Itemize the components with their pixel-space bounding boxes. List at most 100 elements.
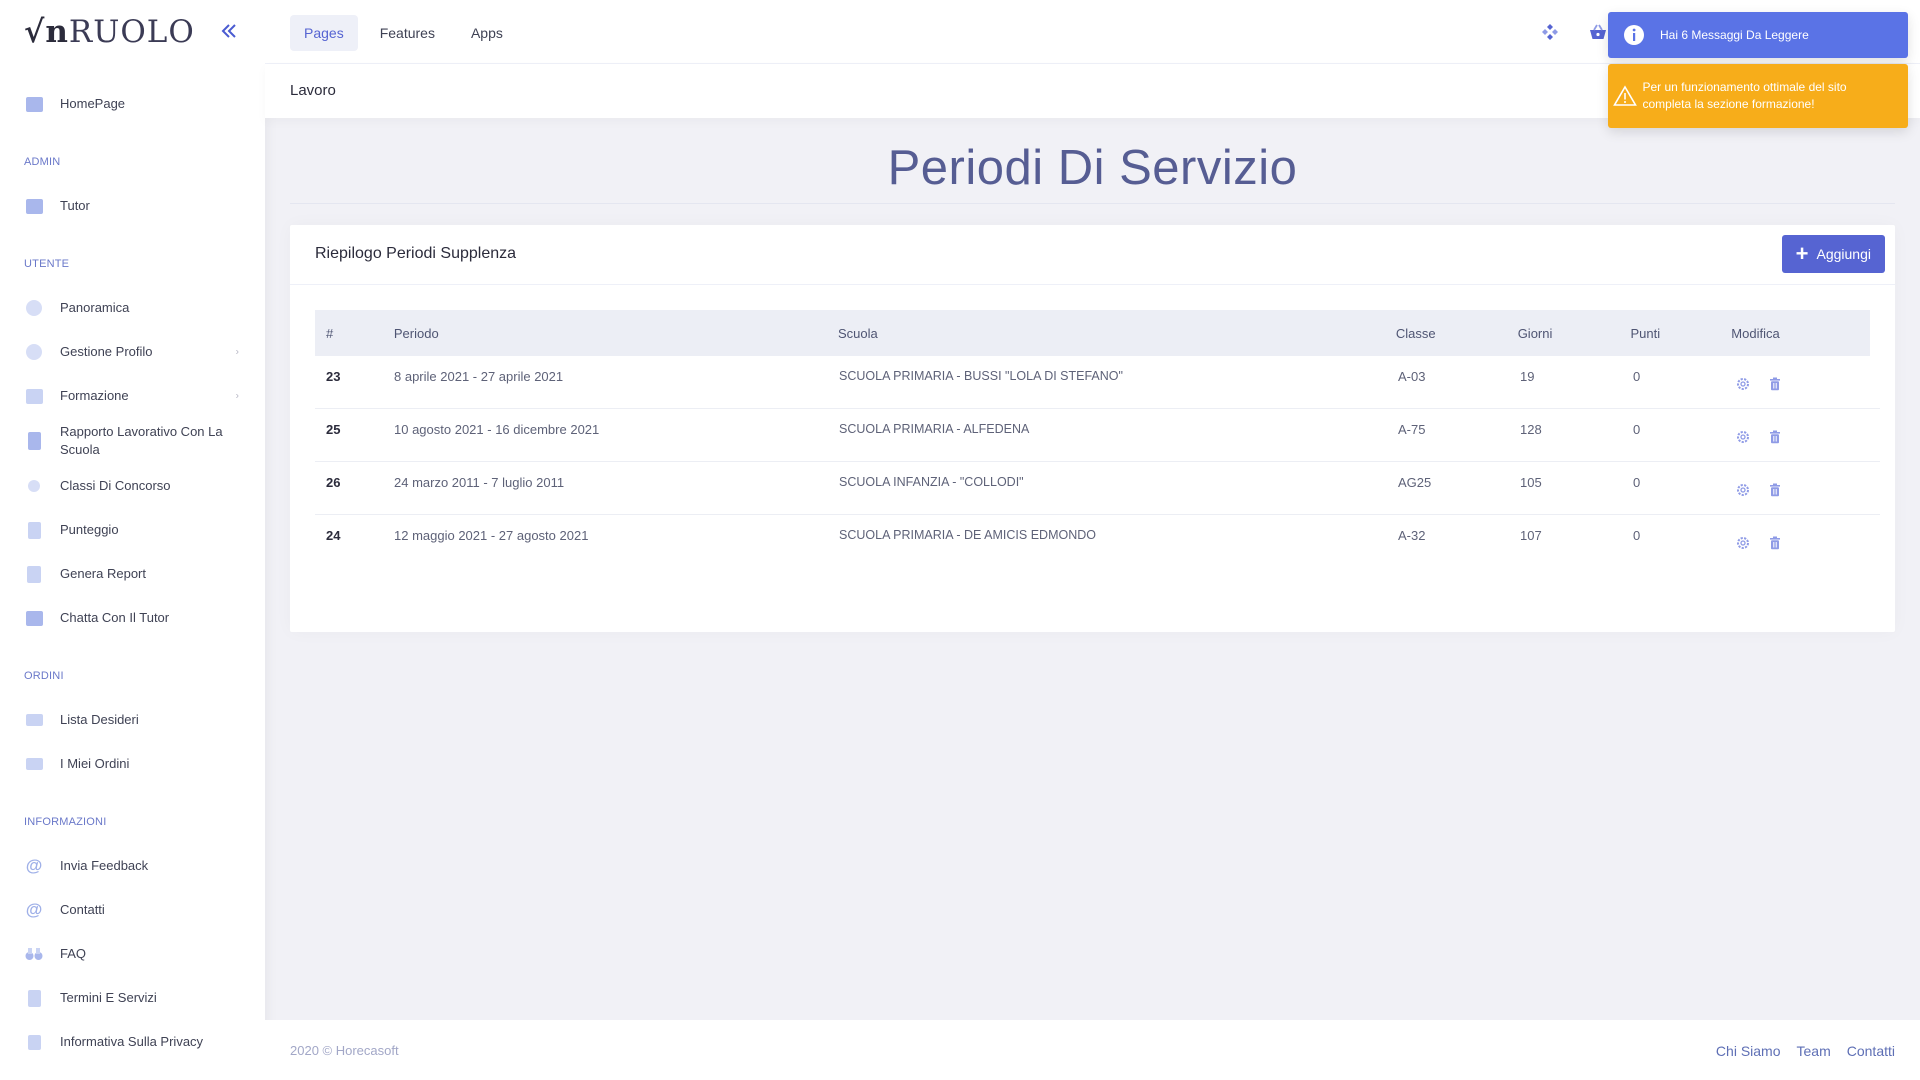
sidebar-item-formazione[interactable]: Formazione › bbox=[0, 374, 265, 418]
table-header: # Periodo Scuola Classe Giorni Punti Mod… bbox=[315, 310, 1870, 356]
sidebar-item-label: Informativa Sulla Privacy bbox=[60, 1034, 204, 1049]
cell-periodo: 24 marzo 2011 - 7 luglio 2011 bbox=[394, 475, 565, 490]
cell-scuola: SCUOLA INFANZIA - "COLLODI" bbox=[839, 475, 1024, 489]
apps-grid-icon[interactable] bbox=[1538, 20, 1562, 44]
column-header-id[interactable]: # bbox=[315, 326, 383, 341]
table-row[interactable]: 25 10 agosto 2021 - 16 dicembre 2021 SCU… bbox=[315, 409, 1880, 462]
sidebar-item-punteggio[interactable]: Punteggio bbox=[0, 508, 265, 552]
footer-link-chi-siamo[interactable]: Chi Siamo bbox=[1716, 1043, 1781, 1059]
footer-link-contatti[interactable]: Contatti bbox=[1847, 1043, 1895, 1059]
cell-classe: A-32 bbox=[1398, 528, 1426, 543]
tutor-icon bbox=[24, 197, 44, 215]
sidebar-item-genera-report[interactable]: Genera Report bbox=[0, 552, 265, 596]
footer-links: Chi Siamo Team Contatti bbox=[1716, 1043, 1895, 1059]
trash-icon[interactable] bbox=[1766, 481, 1784, 499]
column-header-punti[interactable]: Punti bbox=[1619, 326, 1720, 341]
cell-punti: 0 bbox=[1633, 528, 1641, 543]
sidebar-item-tutor[interactable]: Tutor bbox=[0, 184, 265, 228]
gear-icon[interactable] bbox=[1734, 375, 1752, 393]
sidebar-item-label: Gestione Profilo bbox=[60, 344, 153, 359]
table-row[interactable]: 26 24 marzo 2011 - 7 luglio 2011 SCUOLA … bbox=[315, 462, 1880, 515]
cell-giorni: 105 bbox=[1520, 475, 1542, 490]
calculator-icon bbox=[24, 521, 44, 539]
sidebar-item-informativa-privacy[interactable]: Informativa Sulla Privacy bbox=[0, 1020, 265, 1064]
home-icon bbox=[24, 95, 44, 113]
row-actions bbox=[1723, 369, 1873, 393]
cell-classe: AG25 bbox=[1398, 475, 1432, 490]
sidebar-item-miei-ordini[interactable]: I Miei Ordini bbox=[0, 742, 265, 786]
chat-icon bbox=[24, 609, 44, 627]
sidebar-item-homepage[interactable]: HomePage bbox=[0, 82, 265, 126]
table-row[interactable]: 24 12 maggio 2021 - 27 agosto 2021 SCUOL… bbox=[315, 515, 1880, 568]
at-icon: @ bbox=[25, 856, 43, 875]
sidebar-item-gestione-profilo[interactable]: Gestione Profilo › bbox=[0, 330, 265, 374]
info-icon bbox=[1608, 24, 1660, 46]
gear-icon[interactable] bbox=[1734, 428, 1752, 446]
document-icon bbox=[24, 565, 44, 583]
sidebar-item-label: Punteggio bbox=[60, 522, 119, 537]
section-admin: ADMIN bbox=[24, 156, 61, 168]
toast-warning[interactable]: Per un funzionamento ottimale del sito c… bbox=[1608, 64, 1908, 128]
tab-pages[interactable]: Pages bbox=[290, 15, 358, 51]
trash-icon[interactable] bbox=[1766, 375, 1784, 393]
column-header-modifica: Modifica bbox=[1731, 325, 1780, 341]
sidebar-item-invia-feedback[interactable]: @ Invia Feedback bbox=[0, 844, 265, 888]
warning-icon bbox=[1608, 85, 1642, 107]
sidebar-item-termini-servizi[interactable]: Termini E Servizi bbox=[0, 976, 265, 1020]
sidebar-item-chatta-tutor[interactable]: Chatta Con Il Tutor bbox=[0, 596, 265, 640]
sidebar-item-label: Panoramica bbox=[60, 300, 130, 315]
cell-giorni: 19 bbox=[1520, 369, 1535, 384]
title-divider bbox=[290, 203, 1895, 204]
toast-info[interactable]: Hai 6 Messaggi Da Leggere bbox=[1608, 12, 1908, 58]
card-title: Riepilogo Periodi Supplenza bbox=[315, 245, 517, 262]
basket-icon[interactable] bbox=[1586, 20, 1610, 44]
cell-giorni: 107 bbox=[1520, 528, 1542, 543]
sidebar-item-label: Contatti bbox=[60, 902, 105, 917]
column-header-scuola[interactable]: Scuola bbox=[827, 326, 1385, 341]
copyright: 2020 © Horecasoft bbox=[290, 1043, 399, 1058]
trash-icon[interactable] bbox=[1766, 534, 1784, 552]
chevron-right-icon: › bbox=[235, 390, 239, 402]
lock-icon bbox=[24, 1033, 44, 1051]
sidebar-item-contatti[interactable]: @ Contatti bbox=[0, 888, 265, 932]
sidebar-item-classi-concorso[interactable]: Classi Di Concorso bbox=[0, 464, 265, 508]
cart-icon bbox=[24, 711, 44, 729]
sidebar-item-faq[interactable]: FAQ bbox=[0, 932, 265, 976]
sidebar-item-label: FAQ bbox=[60, 946, 87, 961]
pie-chart-icon bbox=[24, 299, 44, 317]
sidebar-menu: HomePage ADMIN Tutor UTENTE Panoramica G… bbox=[0, 64, 265, 1064]
row-actions bbox=[1723, 528, 1873, 552]
sidebar-item-rapporto-lavorativo[interactable]: Rapporto Lavorativo Con La Scuola bbox=[0, 418, 265, 464]
collapse-sidebar-icon[interactable] bbox=[218, 20, 240, 42]
sidebar-item-panoramica[interactable]: Panoramica bbox=[0, 286, 265, 330]
top-navigation: Pages Features Apps bbox=[290, 15, 517, 51]
table-row[interactable]: 23 8 aprile 2021 - 27 aprile 2021 SCUOLA… bbox=[315, 356, 1880, 409]
gear-icon[interactable] bbox=[1734, 481, 1752, 499]
card-header: Riepilogo Periodi Supplenza + Aggiungi bbox=[290, 225, 1895, 285]
tab-features[interactable]: Features bbox=[366, 15, 449, 51]
sidebar-item-label: I Miei Ordini bbox=[60, 756, 130, 771]
sidebar-item-lista-desideri[interactable]: Lista Desideri bbox=[0, 698, 265, 742]
sidebar-item-label: Classi Di Concorso bbox=[60, 478, 171, 493]
logo-text: RUOLO bbox=[68, 14, 195, 50]
column-header-periodo[interactable]: Periodo bbox=[383, 326, 827, 341]
trash-icon[interactable] bbox=[1766, 428, 1784, 446]
credit-card-icon bbox=[24, 755, 44, 773]
cell-punti: 0 bbox=[1633, 475, 1641, 490]
logo-v: √ bbox=[24, 14, 46, 50]
tab-apps[interactable]: Apps bbox=[457, 15, 517, 51]
row-actions bbox=[1723, 422, 1873, 446]
footer: 2020 © Horecasoft Chi Siamo Team Contatt… bbox=[265, 1020, 1920, 1080]
cell-periodo: 8 aprile 2021 - 27 aprile 2021 bbox=[394, 369, 564, 384]
logo[interactable]: √nRUOLO bbox=[24, 14, 195, 50]
column-header-classe[interactable]: Classe bbox=[1385, 326, 1507, 341]
sidebar-item-label: Formazione bbox=[60, 388, 129, 403]
gear-icon[interactable] bbox=[1734, 534, 1752, 552]
cell-classe: A-03 bbox=[1398, 369, 1426, 384]
footer-link-team[interactable]: Team bbox=[1797, 1043, 1831, 1059]
column-header-giorni[interactable]: Giorni bbox=[1507, 326, 1620, 341]
clipboard-icon bbox=[24, 989, 44, 1007]
sidebar-item-label: Lista Desideri bbox=[60, 712, 139, 727]
sidebar-item-label: Tutor bbox=[60, 198, 90, 213]
add-button[interactable]: + Aggiungi bbox=[1781, 235, 1885, 273]
